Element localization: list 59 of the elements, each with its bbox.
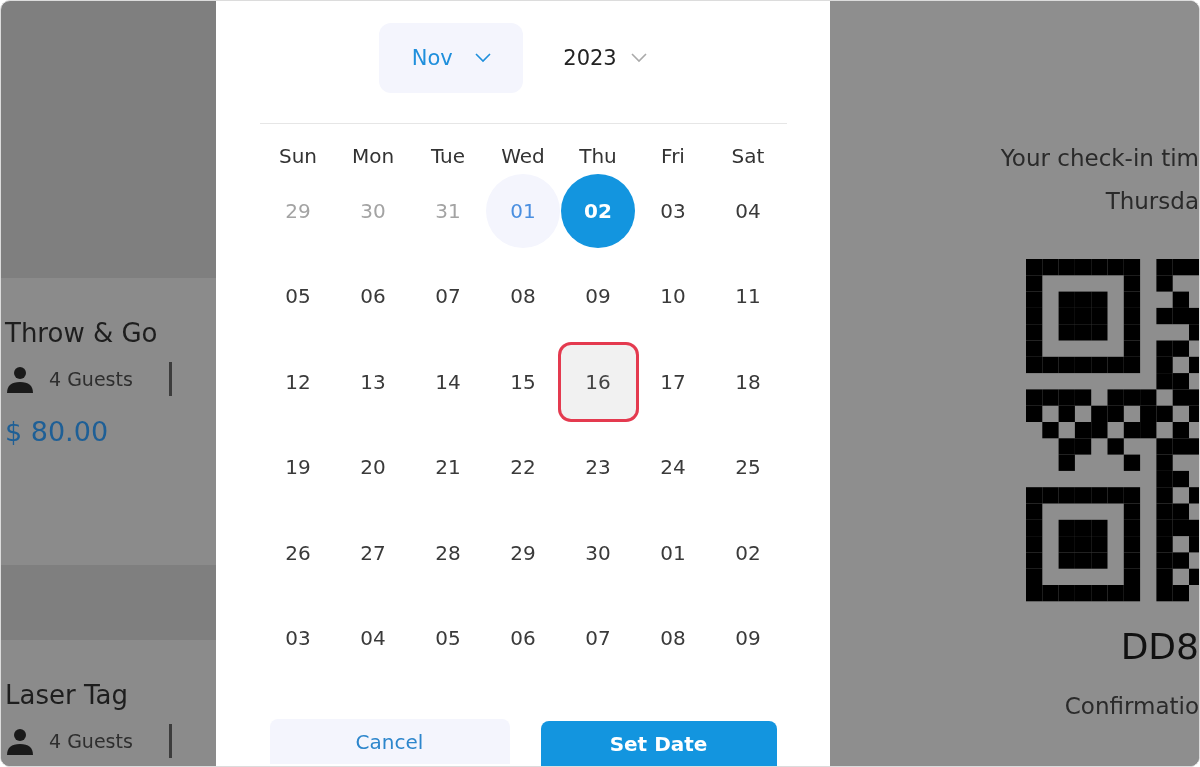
person-icon [5,727,35,755]
calendar-day[interactable]: 07 [561,601,635,676]
calendar-day[interactable]: 09 [711,601,785,676]
calendar-day[interactable]: 17 [636,344,710,419]
calendar-day[interactable]: 30 [561,515,635,590]
calendar-day[interactable]: 20 [336,430,410,505]
calendar-day[interactable]: 13 [336,344,410,419]
calendar-day[interactable]: 19 [261,430,335,505]
calendar-day[interactable]: 26 [261,515,335,590]
calendar-day[interactable]: 23 [561,430,635,505]
guest-count: 4 Guests [49,730,133,752]
weekday-label: Wed [500,143,546,168]
confirmation-code: DD8 [1120,626,1199,667]
check-in-text: Your check-in tim [1000,144,1199,173]
calendar-day[interactable]: 25 [711,430,785,505]
calendar-day[interactable]: 11 [711,259,785,334]
calendar-day[interactable]: 03 [636,173,710,248]
calendar-day[interactable]: 09 [561,259,635,334]
calendar-day[interactable]: 05 [261,259,335,334]
activity-title: Laser Tag [5,680,128,710]
chevron-down-icon [630,53,647,63]
chevron-down-icon [474,53,491,63]
calendar-day[interactable]: 04 [336,601,410,676]
weekday-label: Sat [730,143,766,168]
calendar-day[interactable]: 08 [636,601,710,676]
calendar-day[interactable]: 07 [411,259,485,334]
calendar-day[interactable]: 24 [636,430,710,505]
calendar-day[interactable]: 01 [636,515,710,590]
person-icon [5,365,35,393]
cancel-button[interactable]: Cancel [269,719,510,764]
calendar-day[interactable]: 14 [411,344,485,419]
calendar-day[interactable]: 10 [636,259,710,334]
activity-title: Throw & Go [5,318,158,348]
calendar-day[interactable]: 12 [261,344,335,419]
weekday-label: Thu [578,143,618,168]
calendar-day[interactable]: 22 [486,430,560,505]
calendar-day[interactable]: 08 [486,259,560,334]
calendar-day[interactable]: 06 [486,601,560,676]
calendar-day[interactable]: 16 [560,344,636,419]
calendar-day[interactable]: 18 [711,344,785,419]
calendar-day[interactable]: 27 [336,515,410,590]
weekday-label: Fri [660,143,686,168]
check-in-day: Thursda [1105,180,1199,223]
calendar-day[interactable]: 02 [711,515,785,590]
calendar-day[interactable]: 04 [711,173,785,248]
calendar-day[interactable]: 15 [486,344,560,419]
weekday-label: Tue [429,143,467,168]
calendar-day[interactable]: 06 [336,259,410,334]
calendar-day[interactable]: 29 [486,515,560,590]
calendar-day[interactable]: 03 [261,601,335,676]
calendar-day[interactable]: 05 [411,601,485,676]
weekday-label: Sun [277,143,318,168]
activity-price: $ 80.00 [5,416,109,447]
calendar-day[interactable]: 28 [411,515,485,590]
guest-count: 4 Guests [49,368,133,390]
year-select[interactable]: 2023 [563,46,647,70]
confirmation-note: Confirmatio [1064,693,1199,719]
weekday-label: Mon [350,143,396,168]
calendar-day[interactable]: 21 [411,430,485,505]
